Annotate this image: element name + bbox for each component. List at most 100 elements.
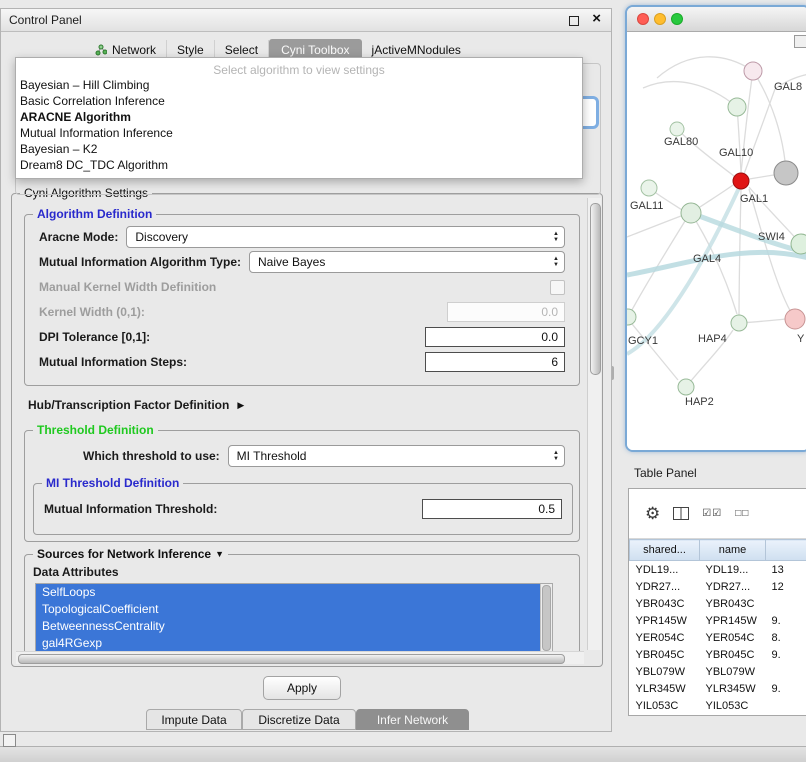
table-row[interactable]: YBR045CYBR045C9. [630,646,806,663]
network-thick-edges [627,188,806,354]
collapse-right-icon: ▶ [237,400,244,411]
threshold-definition-legend: Threshold Definition [33,423,158,437]
mi-threshold-input[interactable]: 0.5 [422,499,562,519]
node-label[interactable]: GAL4 [693,253,721,265]
node-label[interactable]: HAP2 [685,396,714,408]
algorithm-option[interactable]: Basic Correlation Inference [16,93,582,109]
mi-steps-input[interactable]: 6 [425,352,565,372]
table-row[interactable]: YDR27...YDR27...12 [630,578,806,595]
scrollbar-thumb[interactable] [590,203,601,375]
tab-infer-network[interactable]: Infer Network [356,709,469,730]
algorithm-option[interactable]: Bayesian – Hill Climbing [16,77,582,93]
control-panel-title: Control Panel [9,13,82,27]
mi-threshold-label: Mutual Information Threshold: [44,502,217,516]
list-item[interactable]: TopologicalCoefficient [36,601,541,618]
node-label[interactable]: GAL1 [740,193,768,205]
algorithm-option[interactable]: Mutual Information Inference [16,125,582,141]
list-item[interactable]: BetweennessCentrality [36,618,541,635]
node-label[interactable]: SWI4 [758,231,785,243]
node-label[interactable]: GAL8 [774,81,802,93]
node-label[interactable]: GAL11 [630,200,663,212]
algorithm-option-selected[interactable]: ARACNE Algorithm [16,109,582,125]
which-threshold-select[interactable]: MI Threshold ▲▼ [228,445,565,467]
table-row[interactable]: YER054CYER054C8. [630,629,806,646]
dpi-tolerance-input[interactable]: 0.0 [425,327,565,347]
list-scrollbar[interactable] [540,584,552,652]
node-circle-hap2[interactable] [678,379,694,395]
minimize-traffic-light[interactable] [654,13,666,25]
aracne-mode-select[interactable]: Discovery ▲▼ [126,226,565,248]
zoom-traffic-light[interactable] [671,13,683,25]
scrollbar-thumb[interactable] [18,654,565,664]
algorithm-definition-legend: Algorithm Definition [33,207,156,221]
mi-threshold-group: MI Threshold Definition Mutual Informati… [33,483,573,535]
node-circle-gcy1[interactable] [627,309,636,325]
node-label[interactable]: GAL10 [719,147,753,159]
node-circle-swi4[interactable] [791,234,806,254]
manual-kernel-label: Manual Kernel Width Definition [39,280,216,294]
table-row[interactable]: YBR043CYBR043C [630,595,806,612]
table-row[interactable]: YBL079WYBL079W [630,663,806,680]
table-toolbar: ⚙ ☑☑ □□ [629,489,806,539]
hub-section-toggle[interactable]: Hub/Transcription Factor Definition ▶ [28,398,244,412]
node-circle-pink-top[interactable] [744,62,762,80]
table-row[interactable]: YLR345WYLR345W9. [630,680,806,697]
float-window-icon[interactable] [569,16,579,26]
network-canvas[interactable]: GAL8 GAL80 GAL10 GAL11 GAL1 SWI4 GAL4 GC… [627,32,806,450]
table-row[interactable]: YIL053CYIL053C [630,697,806,714]
mi-type-select[interactable]: Naive Bayes ▲▼ [249,251,565,273]
tab-impute-data[interactable]: Impute Data [146,709,242,730]
tab-network-label: Network [112,43,156,57]
panel-dock-icon[interactable] [3,734,16,747]
mi-threshold-legend: MI Threshold Definition [42,476,183,490]
list-item[interactable]: gal4RGexp [36,635,541,652]
select-checked-icon[interactable]: ☑☑ [702,508,722,519]
node-circle-gal11[interactable] [641,180,657,196]
kernel-width-label: Kernel Width (0,1): [39,305,145,319]
table-panel-window: ⚙ ☑☑ □□ shared... name YDL19...YDL19...1… [628,488,806,716]
algorithm-definition-group: Algorithm Definition Aracne Mode: Discov… [24,214,580,386]
settings-gear-icon[interactable]: ⚙ [645,505,660,522]
tab-discretize-data[interactable]: Discretize Data [242,709,356,730]
mi-steps-label: Mutual Information Steps: [39,355,187,369]
kernel-width-input[interactable]: 0.0 [447,302,565,322]
threshold-definition-group: Threshold Definition Which threshold to … [24,430,580,542]
node-circle-hap4[interactable] [731,315,747,331]
table-header-row: shared... name [630,540,806,561]
desktop: Control Panel × Network Style Select [0,0,806,762]
data-attributes-list: SelfLoops TopologicalCoefficient Between… [35,583,553,653]
node-label[interactable]: GCY1 [628,335,658,347]
algorithm-option[interactable]: Dream8 DC_TDC Algorithm [16,157,582,173]
list-item[interactable]: SelfLoops [36,584,541,601]
node-circle-gal80[interactable] [670,122,684,136]
cyni-settings-group: Cyni Algorithm Settings Algorithm Defini… [11,193,603,667]
algorithm-option[interactable]: Bayesian – K2 [16,141,582,157]
column-header-name[interactable]: name [700,540,766,561]
settings-horizontal-scrollbar[interactable] [16,651,584,664]
node-circle-pink-right[interactable] [785,309,805,329]
node-circle-gray[interactable] [774,161,798,185]
close-icon[interactable]: × [592,10,601,27]
table-row[interactable]: YDL19...YDL19...13 [630,561,806,579]
node-circle-gal1[interactable] [681,203,701,223]
node-circle-green[interactable] [728,98,746,116]
select-unchecked-icon[interactable]: □□ [735,508,749,519]
node-label[interactable]: GAL80 [664,136,698,148]
birdseye-toggle[interactable] [794,35,806,48]
control-panel-titlebar: Control Panel × [1,9,611,32]
settings-vertical-scrollbar[interactable] [587,198,601,650]
apply-button[interactable]: Apply [263,676,341,700]
table-header-extra[interactable] [766,540,806,561]
collapse-down-icon[interactable]: ▼ [215,547,224,561]
sources-legend: Sources for Network Inference ▼ [33,547,228,561]
column-header-shared-name[interactable]: shared... [630,540,700,561]
node-label[interactable]: Y [797,333,804,345]
node-label[interactable]: HAP4 [698,333,727,345]
node-attribute-table: shared... name YDL19...YDL19...13 YDR27.… [629,539,806,714]
manual-kernel-checkbox[interactable] [550,280,565,295]
table-row[interactable]: YPR145WYPR145W9. [630,612,806,629]
node-circle-gal10-red[interactable] [733,173,749,189]
column-layout-icon[interactable] [673,507,689,520]
close-traffic-light[interactable] [637,13,649,25]
dpi-tolerance-label: DPI Tolerance [0,1]: [39,330,150,344]
